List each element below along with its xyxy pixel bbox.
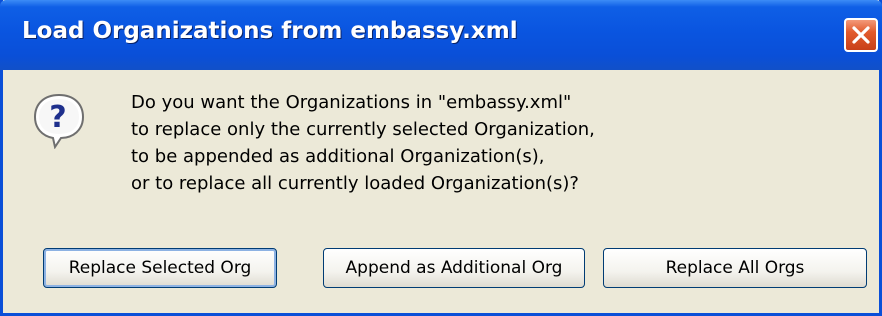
dialog-message: Do you want the Organizations in "embass… [131,89,595,197]
question-icon: ? [33,93,85,149]
replace-selected-org-button[interactable]: Replace Selected Org [43,248,277,288]
title-bar[interactable]: Load Organizations from embassy.xml [0,0,882,70]
close-button[interactable] [844,18,878,52]
message-line: to replace only the currently selected O… [131,119,595,140]
append-as-additional-org-button[interactable]: Append as Additional Org [323,248,585,288]
message-line: to be appended as additional Organizatio… [131,146,545,167]
message-line: Do you want the Organizations in "embass… [131,92,572,113]
dialog-window: Load Organizations from embassy.xml ? Do… [0,0,882,316]
close-icon [852,26,870,44]
replace-all-orgs-button[interactable]: Replace All Orgs [603,248,867,288]
dialog-title: Load Organizations from embassy.xml [22,18,518,44]
svg-text:?: ? [49,100,66,135]
message-line: or to replace all currently loaded Organ… [131,173,579,194]
